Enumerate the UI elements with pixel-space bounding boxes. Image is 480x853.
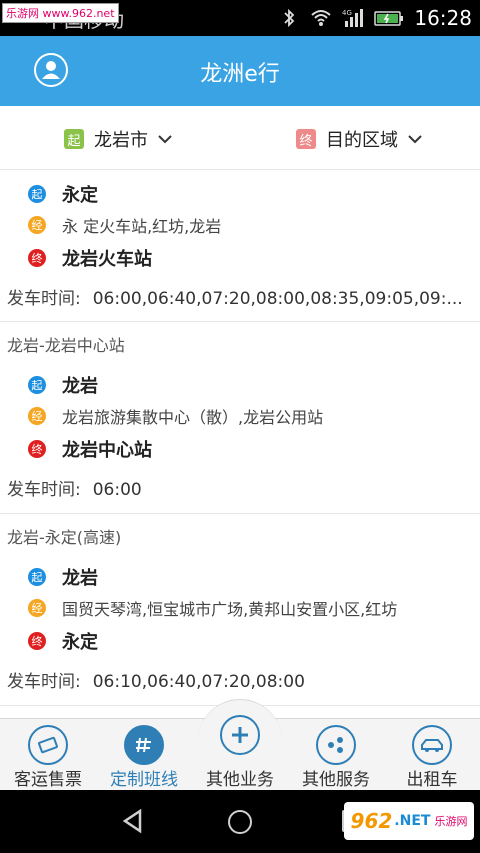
departure-label: 发车时间: xyxy=(7,672,81,692)
departure-times-value: 06:00 xyxy=(92,480,142,500)
end-stop-name: 永定 xyxy=(62,632,98,653)
end-badge: 终 xyxy=(28,249,46,267)
departure-times: 发车时间: 06:00,06:40,07:20,08:00,08:35,09:05… xyxy=(7,284,463,309)
departure-times-value: 06:10,06:40,07:20,08:00 xyxy=(92,672,305,692)
services-icon xyxy=(316,725,356,765)
start-stop: 起 龙岩 xyxy=(28,372,98,398)
page-title: 龙洲e行 xyxy=(200,62,280,87)
route-name: 龙岩-龙岩中心站 xyxy=(7,336,125,355)
tab-label: 其他业务 xyxy=(206,770,274,790)
start-stop: 起 龙岩 xyxy=(28,564,98,590)
watermark-number: 962 xyxy=(350,809,393,833)
route-card[interactable]: 龙岩-永定(高速) 起 龙岩 经 国贸天琴湾,恒宝城市广场,黄邦山安置小区,红坊… xyxy=(0,514,480,704)
network-type-label: 4G xyxy=(342,9,352,17)
tab-label: 定制班线 xyxy=(110,770,178,790)
start-stop-name: 龙岩 xyxy=(62,376,98,397)
departure-times-value: 06:00,06:40,07:20,08:00,08:35,09:05,09:.… xyxy=(92,289,463,309)
destination-value: 目的区域 xyxy=(326,130,398,151)
home-icon[interactable] xyxy=(228,810,252,834)
destination-picker[interactable]: 终 目的区域 xyxy=(296,126,422,152)
start-badge: 起 xyxy=(28,185,46,203)
tab-ticket-sales[interactable]: 客运售票 xyxy=(0,719,96,791)
watermark-top-left: 乐游网 www.962.net xyxy=(2,3,119,23)
start-stop: 起 永定 xyxy=(28,181,98,207)
signal-icon: 4G xyxy=(342,9,364,27)
tab-other-business[interactable]: 其他业务 xyxy=(192,715,288,791)
via-stops-text: 龙岩旅游集散中心（散）,龙岩公用站 xyxy=(62,408,324,427)
via-badge: 经 xyxy=(28,599,46,617)
route-card[interactable]: 龙岩-龙岩中心站 起 龙岩 经 龙岩旅游集散中心（散）,龙岩公用站 终 龙岩中心… xyxy=(0,322,480,512)
origin-picker[interactable]: 起 龙岩市 xyxy=(64,126,172,152)
via-stops-text: 国贸天琴湾,恒宝城市广场,黄邦山安置小区,红坊 xyxy=(62,600,398,619)
back-icon[interactable] xyxy=(120,808,146,834)
watermark-bottom-right: 962 .NET 乐游网 xyxy=(344,802,474,840)
via-stops: 经 国贸天琴湾,恒宝城市广场,黄邦山安置小区,红坊 xyxy=(28,596,397,620)
origin-tag: 起 xyxy=(64,129,84,149)
via-stops: 经 永 定火车站,红坊,龙岩 xyxy=(28,213,221,237)
end-stop: 终 龙岩中心站 xyxy=(28,436,152,462)
end-stop: 终 龙岩火车站 xyxy=(28,245,152,271)
route-card[interactable]: 起 永定 经 永 定火车站,红坊,龙岩 终 龙岩火车站 发车时间: 06:00,0… xyxy=(0,170,480,320)
chevron-down-icon xyxy=(158,135,172,144)
departure-label: 发车时间: xyxy=(7,480,81,500)
system-nav-bar: 962 .NET 乐游网 xyxy=(0,790,480,853)
start-stop-name: 龙岩 xyxy=(62,568,98,589)
via-stops-text: 永 定火车站,红坊,龙岩 xyxy=(62,217,222,236)
start-badge: 起 xyxy=(28,568,46,586)
tab-label: 其他服务 xyxy=(302,770,370,790)
tab-label: 出租车 xyxy=(406,770,458,790)
wifi-icon xyxy=(311,10,332,26)
battery-charging-icon xyxy=(374,11,404,26)
tab-taxi[interactable]: 出租车 xyxy=(384,719,480,791)
departure-times: 发车时间: 06:00 xyxy=(7,475,142,500)
departure-times: 发车时间: 06:10,06:40,07:20,08:00 xyxy=(7,667,305,692)
route-list: 起 永定 经 永 定火车站,红坊,龙岩 终 龙岩火车站 发车时间: 06:00,0… xyxy=(0,170,480,718)
via-stops: 经 龙岩旅游集散中心（散）,龙岩公用站 xyxy=(28,404,323,428)
status-bar: 中国移动 乐游网 www.962.net 4G 16:28 xyxy=(0,0,480,36)
app-screen: 中国移动 乐游网 www.962.net 4G 16:28 龙洲e行 起 龙岩市… xyxy=(0,0,480,853)
bluetooth-icon xyxy=(284,8,295,28)
end-badge: 终 xyxy=(28,440,46,458)
tab-custom-routes[interactable]: 定制班线 xyxy=(96,719,192,791)
plus-icon xyxy=(220,715,260,755)
tab-label: 客运售票 xyxy=(14,770,82,790)
origin-value: 龙岩市 xyxy=(94,130,148,151)
route-filter-bar: 起 龙岩市 终 目的区域 xyxy=(0,106,480,170)
start-stop-name: 永定 xyxy=(62,185,98,206)
end-stop: 终 永定 xyxy=(28,628,98,654)
via-badge: 经 xyxy=(28,216,46,234)
end-badge: 终 xyxy=(28,632,46,650)
taxi-icon xyxy=(412,725,452,765)
departure-label: 发车时间: xyxy=(7,289,81,309)
start-badge: 起 xyxy=(28,376,46,394)
watermark-text: 乐游网 xyxy=(434,815,468,828)
end-stop-name: 龙岩中心站 xyxy=(62,440,152,461)
chevron-down-icon xyxy=(408,135,422,144)
app-header: 龙洲e行 xyxy=(0,36,480,106)
route-name: 龙岩-永定(高速) xyxy=(7,528,122,547)
bottom-tab-bar: 客运售票 定制班线 其他业务 其他服务 出租车 xyxy=(0,699,480,791)
watermark-suffix: .NET xyxy=(394,813,431,829)
clock: 16:28 xyxy=(414,6,472,30)
custom-route-icon xyxy=(124,725,164,765)
destination-tag: 终 xyxy=(296,129,316,149)
tab-other-services[interactable]: 其他服务 xyxy=(288,719,384,791)
via-badge: 经 xyxy=(28,407,46,425)
ticket-icon xyxy=(28,725,68,765)
end-stop-name: 龙岩火车站 xyxy=(62,249,152,270)
